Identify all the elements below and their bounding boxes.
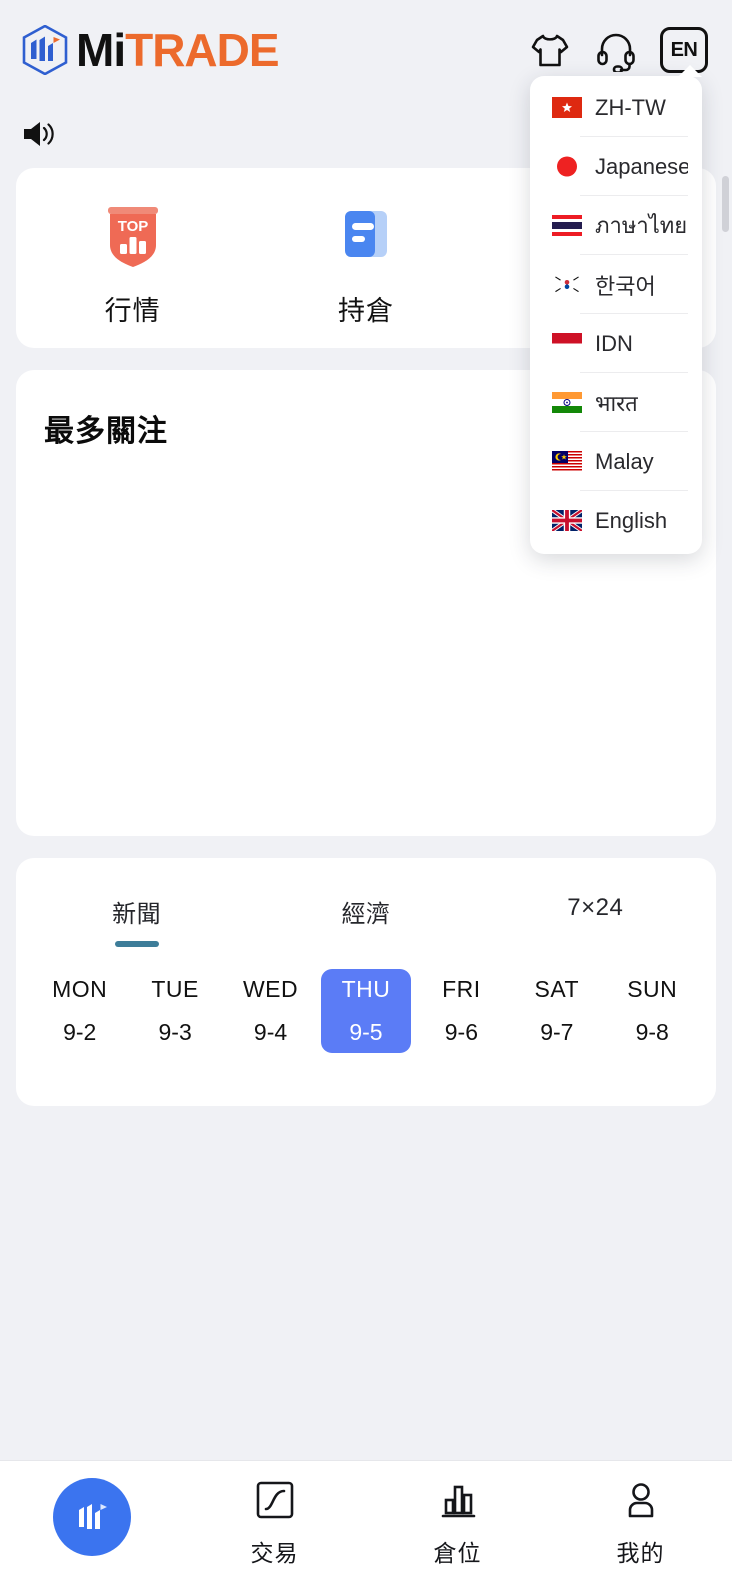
language-option-zh-tw-label: ZH-TW <box>595 95 666 121</box>
bottom-navigation-bar: 交易 倉位 我的 <box>0 1460 732 1582</box>
day-wed-dow: WED <box>243 976 298 1003</box>
news-card: 新聞 經濟 7×24 MON 9-2 TUE 9-3 WED 9-4 THU 9… <box>16 858 716 1106</box>
tab-7x24-label: 7×24 <box>567 894 623 922</box>
language-option-indonesian-label: IDN <box>595 331 633 357</box>
language-option-korean[interactable]: 한국어 <box>530 255 702 314</box>
language-option-thai[interactable]: ภาษาไทย <box>530 196 702 255</box>
day-wed[interactable]: WED 9-4 <box>226 969 315 1053</box>
day-sun[interactable]: SUN 9-8 <box>608 969 697 1053</box>
tab-economy[interactable]: 經濟 <box>251 894 480 947</box>
nav-item-trade[interactable]: 交易 <box>183 1461 366 1582</box>
language-option-hindi-label: भारत <box>595 388 638 418</box>
flag-south-korea-icon <box>552 274 582 295</box>
language-selector-label: EN <box>671 39 698 62</box>
day-thu[interactable]: THU 9-5 <box>321 969 410 1053</box>
top-ranking-shield-icon: TOP <box>94 195 172 273</box>
vertical-scrollbar-thumb[interactable] <box>722 176 729 232</box>
language-option-english[interactable]: English <box>530 491 702 550</box>
brand-name-trade: TRADE <box>125 24 278 76</box>
day-fri[interactable]: FRI 9-6 <box>417 969 506 1053</box>
svg-text:TOP: TOP <box>117 218 148 235</box>
language-option-malay-label: Malay <box>595 449 654 475</box>
nav-item-profile-label: 我的 <box>617 1534 665 1568</box>
flag-thailand-icon <box>552 215 582 236</box>
mitrade-logo-icon <box>53 1478 131 1556</box>
language-option-korean-label: 한국어 <box>595 269 656 301</box>
flag-malaysia-icon <box>552 451 582 472</box>
brand-logo: MiTRADE <box>22 25 279 75</box>
brand-name: MiTRADE <box>76 27 279 73</box>
tab-economy-label: 經濟 <box>341 894 390 929</box>
nav-item-positions-label: 倉位 <box>434 1534 482 1568</box>
flag-united-kingdom-icon <box>552 510 582 531</box>
day-fri-date: 9-6 <box>445 1019 478 1046</box>
speaker-announcement-icon[interactable] <box>22 119 56 149</box>
language-option-indonesian[interactable]: IDN <box>530 314 702 373</box>
language-dropdown-menu: ZH-TW Japanese ภาษาไทย 한국어 IDN भारत <box>530 76 702 554</box>
day-sat-date: 9-7 <box>540 1019 573 1046</box>
day-selector: MON 9-2 TUE 9-3 WED 9-4 THU 9-5 FRI 9-6 … <box>22 969 710 1053</box>
day-thu-date: 9-5 <box>349 1019 382 1046</box>
language-option-malay[interactable]: Malay <box>530 432 702 491</box>
nav-item-home[interactable] <box>0 1461 183 1582</box>
language-option-japanese-label: Japanese <box>595 154 688 180</box>
nav-item-profile[interactable]: 我的 <box>549 1461 732 1582</box>
flag-india-icon <box>552 392 582 413</box>
day-tue[interactable]: TUE 9-3 <box>130 969 219 1053</box>
language-option-hindi[interactable]: भारत <box>530 373 702 432</box>
flag-indonesia-icon <box>552 333 582 354</box>
language-option-thai-label: ภาษาไทย <box>595 208 687 243</box>
nav-item-positions[interactable]: 倉位 <box>366 1461 549 1582</box>
day-sat-dow: SAT <box>535 976 580 1003</box>
tab-7x24-underline <box>573 934 617 940</box>
day-sat[interactable]: SAT 9-7 <box>512 969 601 1053</box>
day-sun-dow: SUN <box>627 976 677 1003</box>
day-sun-date: 9-8 <box>636 1019 669 1046</box>
flag-japan-icon <box>552 156 582 177</box>
day-wed-date: 9-4 <box>254 1019 287 1046</box>
day-mon-dow: MON <box>52 976 107 1003</box>
language-option-zh-tw[interactable]: ZH-TW <box>530 78 702 137</box>
positions-document-icon <box>327 195 405 273</box>
nav-item-trade-label: 交易 <box>251 1534 299 1568</box>
language-option-english-label: English <box>595 508 667 534</box>
mitrade-hexagon-logo-icon <box>22 25 68 75</box>
tab-7x24[interactable]: 7×24 <box>481 894 710 947</box>
quick-action-quotes-label: 行情 <box>105 289 161 328</box>
day-tue-date: 9-3 <box>159 1019 192 1046</box>
news-tabs: 新聞 經濟 7×24 <box>22 858 710 947</box>
profile-person-icon <box>617 1476 665 1524</box>
positions-bar-chart-icon <box>434 1476 482 1524</box>
day-thu-dow: THU <box>342 976 391 1003</box>
flag-hong-kong-icon <box>552 97 582 118</box>
tab-economy-underline <box>344 941 388 947</box>
trade-chart-icon <box>251 1476 299 1524</box>
language-option-japanese[interactable]: Japanese <box>530 137 702 196</box>
day-mon-date: 9-2 <box>63 1019 96 1046</box>
day-fri-dow: FRI <box>442 976 481 1003</box>
quick-action-positions-label: 持倉 <box>338 289 394 328</box>
tab-news-label: 新聞 <box>112 894 161 929</box>
brand-name-mi: Mi <box>76 24 125 76</box>
quick-action-positions[interactable]: 持倉 <box>249 195 482 328</box>
tab-news-underline <box>115 941 159 947</box>
headset-support-icon[interactable] <box>594 28 638 72</box>
day-mon[interactable]: MON 9-2 <box>35 969 124 1053</box>
quick-action-quotes[interactable]: TOP 行情 <box>16 195 249 328</box>
day-tue-dow: TUE <box>151 976 199 1003</box>
tshirt-icon[interactable] <box>528 28 572 72</box>
tab-news[interactable]: 新聞 <box>22 894 251 947</box>
dropdown-caret-icon <box>678 65 702 77</box>
